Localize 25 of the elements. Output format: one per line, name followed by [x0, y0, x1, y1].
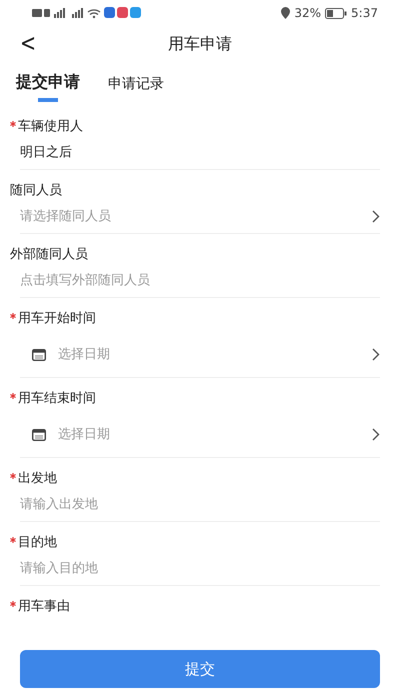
tab[interactable]: 申请记录: [108, 70, 164, 106]
page-title: 用车申请: [168, 34, 232, 54]
chevron-icon: [372, 210, 380, 222]
field-label: 目的地: [18, 534, 57, 551]
input-field[interactable]: 点击填写外部随同人员: [20, 271, 380, 289]
field-label: 外部随同人员: [10, 246, 88, 263]
battery-icon: [325, 8, 348, 18]
field-label: 随同人员: [10, 182, 62, 199]
back-button[interactable]: <: [16, 30, 40, 56]
chevron-icon: [372, 348, 380, 360]
calendar-icon: [32, 428, 46, 440]
input-field[interactable]: 请输入出发地: [20, 495, 380, 513]
calendar-icon: [32, 348, 46, 360]
field-label: 用车结束时间: [18, 390, 96, 407]
battery-percent: 32%: [294, 6, 322, 20]
input-field[interactable]: 请输入目的地: [20, 559, 380, 577]
field-label: 车辆使用人: [18, 118, 83, 135]
field-label: 用车开始时间: [18, 310, 96, 327]
clock-time: 5:37: [351, 6, 378, 20]
input-field[interactable]: 明日之后: [20, 143, 380, 161]
submit-button[interactable]: 提交: [20, 650, 380, 688]
field-label: 用车事由: [18, 598, 70, 615]
location-icon: [281, 7, 290, 19]
chevron-icon: [372, 428, 380, 440]
field-label: 出发地: [18, 470, 57, 487]
